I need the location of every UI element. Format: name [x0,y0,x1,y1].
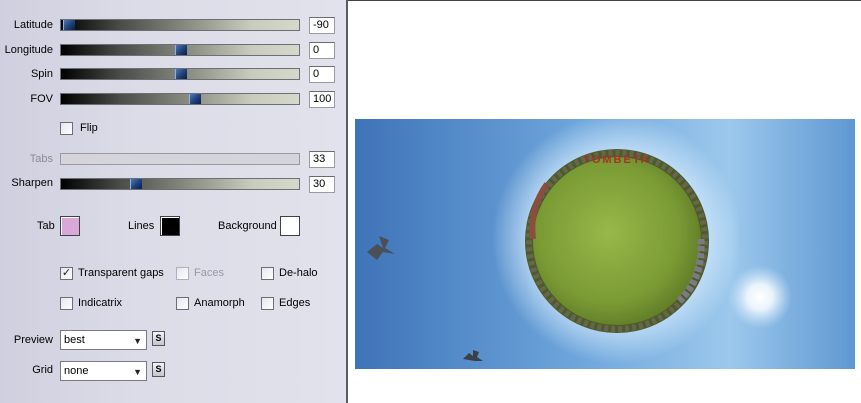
latitude-label: Latitude [13,19,53,31]
spin-value-field[interactable]: 0 [309,66,335,83]
longitude-slider-thumb[interactable] [175,45,187,55]
fov-slider-thumb[interactable] [189,94,202,104]
tab-color-swatch[interactable] [60,216,80,236]
preview-s-button[interactable]: S [152,331,165,346]
preview-select[interactable]: best ▼ [60,330,147,350]
settings-panel: Latitude -90 Longitude 0 Spin 0 FOV 100 … [0,0,346,403]
sharpen-label: Sharpen [11,177,53,189]
edges-label: Edges [279,297,311,309]
grid-select-value: none [64,365,89,377]
lines-color-swatch[interactable] [160,216,180,236]
de-halo-label: De-halo [279,267,318,279]
grid-s-button[interactable]: S [152,362,165,377]
preview-label: Preview [13,334,53,346]
tabs-value-field[interactable]: 33 [309,151,335,168]
anamorph-checkbox[interactable] [176,297,189,310]
fov-slider[interactable] [60,93,300,105]
faces-label: Faces [194,267,224,279]
spin-label: Spin [30,68,53,80]
background-color-label: Background [218,220,277,232]
spin-slider-thumb[interactable] [175,69,187,79]
flip-checkbox[interactable] [60,122,73,135]
planet-sign-text: TOMBETA [583,154,650,166]
spin-slider[interactable] [60,68,300,80]
tabs-label: Tabs [29,153,53,165]
preview-canvas[interactable]: TOMBETA [348,1,861,403]
longitude-slider[interactable] [60,44,300,56]
latitude-slider[interactable] [60,19,300,31]
indicatrix-checkbox[interactable] [60,297,73,310]
fov-value-field[interactable]: 100 [309,91,335,108]
fov-label: FOV [30,93,53,105]
transparent-gaps-checkbox[interactable]: ✓ [60,267,73,280]
longitude-label: Longitude [4,44,53,56]
longitude-value-field[interactable]: 0 [309,42,335,59]
indicatrix-label: Indicatrix [78,297,123,309]
latitude-slider-thumb[interactable] [63,20,76,30]
transparent-gaps-label: Transparent gaps [78,267,164,279]
flip-label: Flip [80,122,98,134]
grid-label: Grid [32,364,53,376]
sharpen-slider[interactable] [60,178,300,190]
tabs-slider [60,153,300,165]
sharpen-value-field[interactable]: 30 [309,176,335,193]
sharpen-slider-thumb[interactable] [129,179,142,189]
grid-select[interactable]: none ▼ [60,361,147,381]
little-planet-preview-image: TOMBETA [355,119,855,369]
faces-checkbox [176,267,189,280]
latitude-value-field[interactable]: -90 [309,17,335,34]
edges-checkbox[interactable] [261,297,274,310]
anamorph-label: Anamorph [194,297,245,309]
chevron-down-icon: ▼ [133,367,142,377]
lines-color-label: Lines [128,220,155,232]
tab-color-label: Tab [37,220,55,232]
chevron-down-icon: ▼ [133,336,142,346]
background-color-swatch[interactable] [280,216,300,236]
de-halo-checkbox[interactable] [261,267,274,280]
preview-select-value: best [64,334,85,346]
